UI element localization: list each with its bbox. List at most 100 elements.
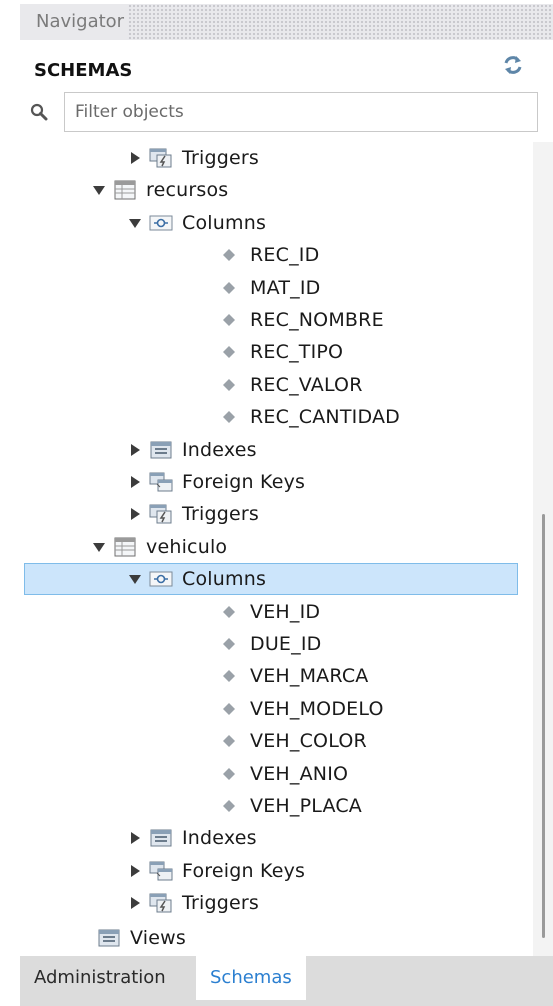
collapsed-arrow-icon[interactable] — [128, 831, 142, 845]
tree-row-label: Triggers — [182, 147, 260, 169]
tree-row-views[interactable]: Views — [20, 922, 533, 954]
tree-row-label: VEH_PLACA — [250, 795, 362, 817]
tree-row-triggers[interactable]: Triggers — [20, 498, 533, 530]
tree-row-label: REC_VALOR — [250, 373, 363, 396]
tree-row-label: REC_ID — [250, 244, 320, 267]
collapsed-arrow-icon[interactable] — [128, 475, 142, 489]
column-diamond-icon — [216, 633, 242, 655]
column-diamond-icon — [216, 374, 242, 396]
tree-row-label: VEH_MARCA — [250, 665, 369, 688]
tree-row-label: Triggers — [182, 892, 260, 915]
tree-row-column[interactable]: VEH_PLACA — [20, 790, 533, 822]
navigator-titlebar: Navigator — [20, 4, 553, 40]
schemas-header: SCHEMAS — [20, 48, 553, 96]
tree-row-label: REC_NOMBRE — [250, 309, 384, 331]
tree-row-fkeys[interactable]: Foreign Keys — [20, 466, 533, 498]
tree-row-columns[interactable]: Columns — [20, 207, 533, 239]
tree-row-label: Foreign Keys — [182, 859, 306, 882]
tree-row-indexes[interactable]: Indexes — [20, 434, 533, 466]
tree-row-label: MAT_ID — [250, 276, 321, 299]
tree-row-indexes[interactable]: Indexes — [20, 822, 533, 854]
trigger-icon — [148, 892, 174, 914]
tree-row-label: Indexes — [182, 438, 257, 461]
column-diamond-icon — [216, 665, 242, 687]
collapsed-arrow-icon[interactable] — [128, 151, 142, 165]
tree-row-table[interactable]: vehiculo — [20, 531, 533, 563]
tree-row-column[interactable]: VEH_MARCA — [20, 660, 533, 692]
collapsed-arrow-icon[interactable] — [128, 507, 142, 521]
index-icon — [148, 439, 174, 461]
tree-scrollbar[interactable] — [533, 142, 553, 956]
column-diamond-icon — [216, 244, 242, 266]
tree-row-label: Views — [130, 926, 186, 949]
tree-row-label: REC_TIPO — [250, 341, 344, 364]
expanded-arrow-icon[interactable] — [92, 540, 106, 554]
column-diamond-icon — [216, 309, 242, 331]
tree-row-column[interactable]: REC_TIPO — [20, 336, 533, 368]
tree-row-column[interactable]: VEH_COLOR — [20, 725, 533, 757]
tree-row-label: Indexes — [182, 827, 257, 850]
filter-input[interactable] — [64, 92, 538, 132]
column-diamond-icon — [216, 406, 242, 428]
tree-row-triggers[interactable]: Triggers — [20, 887, 533, 919]
tree-row-label: VEH_MODELO — [250, 697, 384, 720]
tree-row-label: VEH_ANIO — [250, 762, 349, 785]
tree-row-column[interactable]: REC_VALOR — [20, 369, 533, 401]
tree-row-label: recursos — [146, 179, 229, 202]
foreign-key-icon — [148, 860, 174, 882]
tree-row-label: vehiculo — [146, 535, 228, 558]
tree-row-label: DUE_ID — [250, 633, 322, 655]
column-diamond-icon — [216, 601, 242, 623]
column-diamond-icon — [216, 341, 242, 363]
schemas-label: SCHEMAS — [34, 60, 133, 81]
tree-row-column[interactable]: REC_ID — [20, 239, 533, 271]
tree-row-triggers[interactable]: Triggers — [20, 142, 533, 174]
index-icon — [148, 827, 174, 849]
tree-row-label: VEH_ID — [250, 600, 321, 623]
refresh-icon[interactable] — [502, 54, 524, 76]
tree-row-label: Triggers — [182, 503, 260, 526]
tree-row-columns[interactable]: Columns — [24, 563, 518, 596]
tree-row-label: Columns — [182, 211, 267, 234]
column-diamond-icon — [216, 763, 242, 785]
column-diamond-icon — [216, 277, 242, 299]
search-icon — [30, 103, 48, 121]
foreign-key-icon — [148, 471, 174, 493]
tree-row-column[interactable]: VEH_ANIO — [20, 758, 533, 790]
scrollbar-thumb[interactable] — [542, 514, 545, 938]
tree-row-fkeys[interactable]: Foreign Keys — [20, 855, 533, 887]
tree-row-label: Columns — [182, 568, 267, 591]
expanded-arrow-icon[interactable] — [128, 216, 142, 230]
table-icon — [112, 536, 138, 558]
expanded-arrow-icon[interactable] — [128, 572, 142, 586]
collapsed-arrow-icon[interactable] — [128, 443, 142, 457]
column-diamond-icon — [216, 698, 242, 720]
tab-schemas[interactable]: Schemas — [196, 956, 306, 1000]
columns-icon — [148, 212, 174, 234]
schema-tree: Triggers recursos Columns REC_ID MAT_ID REC_N… — [20, 142, 533, 956]
trigger-icon — [148, 147, 174, 169]
tab-administration[interactable]: Administration — [20, 956, 180, 1000]
navigator-panel: Navigator SCHEMAS Triggers recursos Column… — [20, 4, 553, 1006]
tree-row-column[interactable]: DUE_ID — [20, 628, 533, 660]
navigator-title: Navigator — [20, 4, 129, 40]
tree-row-label: Foreign Keys — [182, 471, 306, 493]
collapsed-arrow-icon[interactable] — [128, 896, 142, 910]
tree-row-column[interactable]: VEH_MODELO — [20, 693, 533, 725]
filter-row — [20, 92, 553, 134]
expanded-arrow-icon[interactable] — [92, 183, 106, 197]
column-diamond-icon — [216, 730, 242, 752]
tree-row-column[interactable]: VEH_ID — [20, 596, 533, 628]
tree-row-column[interactable]: REC_CANTIDAD — [20, 401, 533, 433]
views-icon — [96, 927, 122, 949]
table-icon — [112, 179, 138, 201]
bottom-tab-bar: Administration Schemas — [20, 956, 553, 1006]
trigger-icon — [148, 503, 174, 525]
collapsed-arrow-icon[interactable] — [128, 864, 142, 878]
tree-row-table[interactable]: recursos — [20, 174, 533, 206]
tree-row-column[interactable]: MAT_ID — [20, 272, 533, 304]
columns-icon — [148, 568, 174, 590]
tree-row-label: REC_CANTIDAD — [250, 406, 400, 429]
tree-row-column[interactable]: REC_NOMBRE — [20, 304, 533, 336]
tree-row-label: VEH_COLOR — [250, 730, 367, 753]
